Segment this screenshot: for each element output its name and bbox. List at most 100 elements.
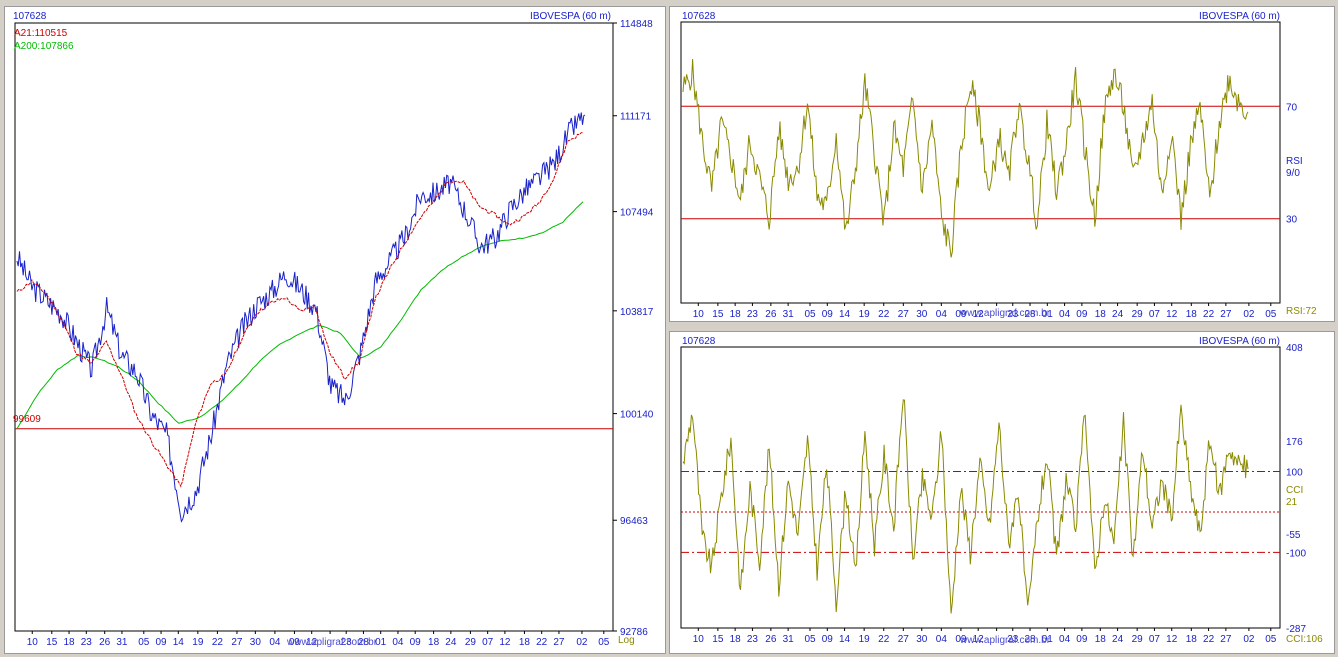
rsi-x-tick-label: 18 (730, 309, 742, 320)
cci-y-tick-label: -100 (1286, 548, 1306, 559)
cci-x-tick-label: 15 (712, 634, 724, 645)
rsi-name-label: RSI (1286, 156, 1303, 167)
cci-x-tick-label: 14 (839, 634, 851, 645)
cci-x-tick-label: 23 (747, 634, 759, 645)
rsi-x-tick-label: 02 (1243, 309, 1255, 320)
y-tick-label: 96463 (620, 516, 648, 527)
cci-x-tick-label: 30 (916, 634, 928, 645)
cci-name-label: CCI (1286, 485, 1303, 496)
rsi-period-label: 9/0 (1286, 168, 1300, 179)
rsi-x-tick-label: 09 (822, 309, 834, 320)
rsi-x-tick-label: 22 (878, 309, 890, 320)
x-tick-label: 29 (465, 637, 477, 648)
x-tick-label: 12 (499, 637, 511, 648)
x-tick-label: 19 (192, 637, 204, 648)
cci-x-tick-label: 18 (730, 634, 742, 645)
price-chart-title: IBOVESPA (60 m) (530, 11, 611, 22)
rsi-x-tick-label: 18 (1095, 309, 1107, 320)
rsi-x-tick-label: 04 (1059, 309, 1071, 320)
price-instrument-code: 107628 (13, 11, 47, 22)
x-tick-label: 07 (482, 637, 494, 648)
cci-x-tick-label: 22 (1203, 634, 1215, 645)
x-tick-label: 30 (250, 637, 262, 648)
cci-x-tick-label: 31 (783, 634, 795, 645)
cci-x-tick-label: 22 (878, 634, 890, 645)
x-tick-label: 26 (99, 637, 111, 648)
x-tick-label: 24 (445, 637, 457, 648)
cci-x-tick-label: 18 (1095, 634, 1107, 645)
rsi-instrument-code: 107628 (682, 11, 716, 22)
rsi-x-tick-label: 14 (839, 309, 851, 320)
rsi-panel: 107628 IBOVESPA (60 m) 70 30 10 15 18 23 26 31… (669, 6, 1335, 322)
rsi-x-tick-label: 05 (1265, 309, 1277, 320)
cci-x-tick-label: 19 (859, 634, 871, 645)
y-tick-label: 107494 (620, 208, 654, 219)
x-tick-label: 09 (410, 637, 422, 648)
rsi-x-tick-label: 27 (1220, 309, 1232, 320)
rsi-y-tick-label: 70 (1286, 102, 1298, 113)
cci-x-tick-label: 24 (1112, 634, 1124, 645)
cci-watermark: www.apligraf.com.br (959, 635, 1051, 646)
cci-x-tick-label: 27 (898, 634, 910, 645)
cci-chart-title: IBOVESPA (60 m) (1199, 336, 1280, 347)
cci-x-tick-label: 09 (822, 634, 834, 645)
y-tick-label: 100140 (620, 410, 654, 421)
rsi-x-tick-label: 24 (1112, 309, 1124, 320)
rsi-x-tick-label: 19 (859, 309, 871, 320)
x-tick-label: 18 (519, 637, 531, 648)
cci-y-tick-label: -55 (1286, 530, 1301, 541)
x-tick-label: 09 (155, 637, 167, 648)
legend-a200: A200:107866 (14, 41, 74, 52)
rsi-y-tick-label: 30 (1286, 215, 1298, 226)
cci-x-tick-label: 04 (1059, 634, 1071, 645)
cci-period-label: 21 (1286, 497, 1298, 508)
rsi-x-tick-label: 15 (712, 309, 724, 320)
cci-x-tick-label: 09 (1076, 634, 1088, 645)
x-tick-label: 02 (576, 637, 588, 648)
x-tick-label: 04 (392, 637, 404, 648)
x-tick-label: 18 (428, 637, 440, 648)
price-chart-panel: 107628 IBOVESPA (60 m) A21:110515 A200:1… (4, 6, 666, 654)
rsi-x-tick-label: 29 (1132, 309, 1144, 320)
cci-x-tick-label: 05 (804, 634, 816, 645)
rsi-chart-title: IBOVESPA (60 m) (1199, 11, 1280, 22)
x-tick-label: 22 (212, 637, 224, 648)
rsi-x-tick-label: 22 (1203, 309, 1215, 320)
rsi-svg: 107628 IBOVESPA (60 m) 70 30 10 15 18 23 26 31… (680, 11, 1317, 320)
x-tick-label: 31 (116, 637, 128, 648)
rsi-watermark: www.apligraf.com.br (959, 308, 1051, 319)
rsi-x-tick-label: 09 (1076, 309, 1088, 320)
rsi-x-tick-label: 23 (747, 309, 759, 320)
legend-a21: A21:110515 (14, 28, 68, 39)
x-tick-label: 05 (598, 637, 610, 648)
x-tick-label: 22 (536, 637, 548, 648)
cci-y-tick-label: 408 (1286, 343, 1303, 354)
rsi-x-tick-label: 27 (898, 309, 910, 320)
x-tick-label: 10 (27, 637, 39, 648)
x-tick-label: 23 (81, 637, 93, 648)
cci-x-tick-label: 02 (1243, 634, 1255, 645)
x-tick-label: 04 (269, 637, 281, 648)
cci-svg: 107628 IBOVESPA (60 m) 408176100-55-100-… (680, 336, 1323, 646)
rsi-x-tick-label: 30 (916, 309, 928, 320)
rsi-x-tick-label: 04 (936, 309, 948, 320)
y-tick-label: 103817 (620, 307, 654, 318)
x-tick-label: 15 (46, 637, 58, 648)
rsi-plot-area (680, 21, 1281, 304)
rsi-x-tick-label: 07 (1149, 309, 1161, 320)
cci-x-tick-label: 05 (1265, 634, 1277, 645)
cci-x-tick-label: 07 (1149, 634, 1161, 645)
price-watermark: www.apligraf.com.br (286, 637, 378, 648)
cci-plot-area (680, 346, 1281, 629)
cci-x-tick-label: 29 (1132, 634, 1144, 645)
cci-x-tick-label: 26 (765, 634, 777, 645)
x-tick-label: 27 (231, 637, 243, 648)
x-tick-label: 27 (553, 637, 565, 648)
cci-x-tick-label: 18 (1186, 634, 1198, 645)
y-tick-label: 111171 (620, 112, 652, 123)
log-scale-label: Log (618, 635, 635, 646)
rsi-x-tick-label: 26 (765, 309, 777, 320)
price-y-axis: 1148481111711074941038171001409646392786 (613, 19, 654, 638)
rsi-readout: RSI:72 (1286, 306, 1317, 317)
support-line-label: 99609 (13, 414, 41, 425)
